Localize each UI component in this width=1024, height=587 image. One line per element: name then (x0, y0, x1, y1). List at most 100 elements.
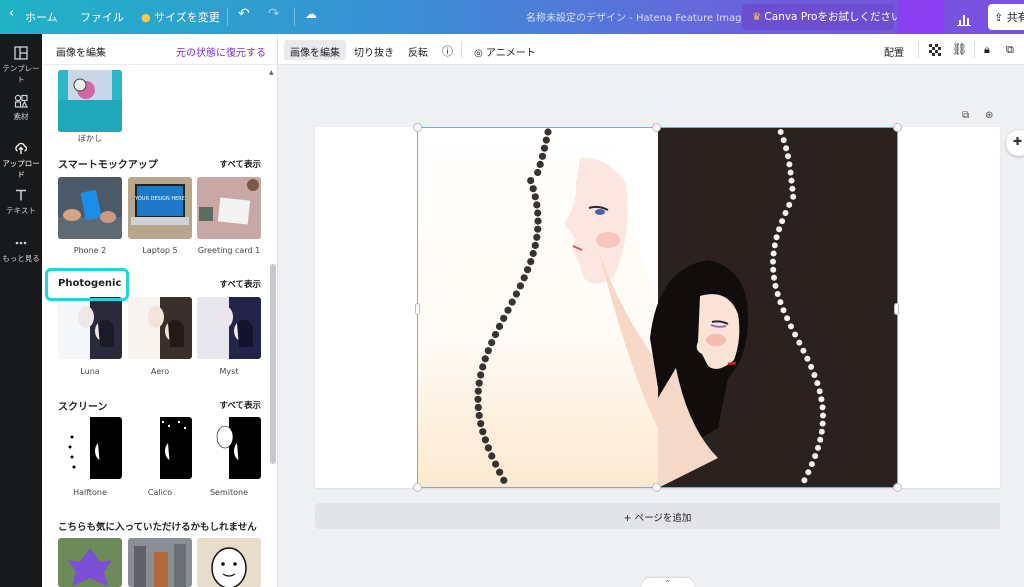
share-button[interactable]: ⇪ 共有 (988, 4, 1024, 30)
effect-label-luna: Luna (80, 367, 100, 376)
panel-title: 画像を編集 (56, 48, 106, 59)
info-icon[interactable]: ⓘ (436, 40, 459, 60)
restore-original-link[interactable]: 元の状態に復元する (176, 44, 266, 59)
aero-preview-image (128, 297, 192, 359)
effect-thumb-luna[interactable] (58, 297, 122, 359)
share-icon: ⇪ (994, 11, 1004, 24)
see-all-screen[interactable]: すべて表示 (219, 399, 261, 411)
document-title[interactable]: 名称未設定のデザイン - Hatena Feature Image (526, 9, 748, 24)
effect-label-halftone: Halftone (73, 488, 107, 497)
scroll-up-icon[interactable]: ▲ (269, 69, 274, 76)
section-title-recommended: こちらも気に入っていただけるかもしれません (58, 522, 257, 533)
try-pro-button[interactable]: ♛ Canva Proをお試しください (742, 4, 902, 30)
link-icon[interactable]: ⛓ (946, 40, 973, 60)
resize-handle-bottom-left[interactable] (413, 483, 422, 492)
undo-icon[interactable]: ↶ (238, 6, 250, 22)
animate-button[interactable]: ◎ アニメート (468, 40, 542, 60)
left-rail: テンプレート 素材 アップロード テキスト もっと見る (0, 34, 42, 587)
pages-toggle[interactable]: ⌃ (642, 578, 694, 587)
see-all-photogenic[interactable]: すべて表示 (219, 278, 261, 290)
mockup-label-greeting-card1: Greeting card 1 (197, 246, 261, 255)
semitone-preview-image (197, 417, 261, 479)
see-all-smart-mockup[interactable]: すべて表示 (219, 158, 261, 170)
home-button[interactable]: ホーム (25, 9, 58, 25)
divider (294, 8, 295, 26)
resize-handle-left[interactable] (415, 303, 420, 315)
editor-toolbar: 画像を編集 切り抜き 反転 ⓘ ◎ アニメート 配置 ⛓ 🔒︎ ⧉ (278, 34, 1024, 65)
rail-item-text[interactable]: テキスト (0, 188, 42, 216)
divider (461, 42, 462, 58)
rail-item-elements[interactable]: 素材 (0, 94, 42, 122)
edit-image-panel: 画像を編集 元の状態に復元する ぼかし スマートモックアップ すべて表示 YOU… (42, 34, 278, 587)
face-sketch-preview-image (197, 538, 261, 587)
crown-icon: ♛ (752, 11, 762, 23)
effect-thumb-blur[interactable] (58, 70, 122, 132)
laptop-mockup-image: YOUR DESIGN HERE (128, 177, 192, 239)
position-button[interactable]: 配置 (878, 40, 910, 60)
effect-label-aero: Aero (150, 367, 170, 376)
share-label: 共有 (1006, 11, 1024, 24)
redo-icon[interactable]: ↷ (268, 6, 280, 22)
resize-label: サイズを変更 (154, 11, 220, 24)
effect-label-semitone: Semitone (209, 488, 249, 497)
rail-item-more[interactable]: もっと見る (0, 236, 42, 264)
resize-handle-right[interactable] (894, 303, 899, 315)
duplicate-page-icon[interactable]: ⧉ (962, 110, 969, 121)
try-pro-label: Canva Proをお試しください (764, 11, 902, 23)
text-icon (16, 189, 26, 201)
street-preview-image (128, 538, 192, 587)
add-page-button[interactable]: + ページを追加 (315, 503, 1000, 529)
effect-thumb-semitone[interactable] (197, 417, 261, 479)
cloud-saved-icon[interactable]: ☁ (305, 7, 317, 21)
animate-icon: ◎ (474, 48, 483, 59)
resize-handle-top[interactable] (652, 123, 661, 132)
resize-handle-bottom[interactable] (652, 483, 661, 492)
mockup-label-phone2: Phone 2 (73, 246, 107, 255)
resize-handle-top-left[interactable] (413, 123, 422, 132)
mockup-thumb-laptop5[interactable]: YOUR DESIGN HERE (128, 177, 192, 239)
resize-handle-top-right[interactable] (893, 123, 902, 132)
effect-thumb-calico[interactable] (128, 417, 192, 479)
mockup-thumb-greeting-card1[interactable] (197, 177, 261, 239)
recommended-thumb-2[interactable] (128, 538, 192, 587)
transparency-icon[interactable] (923, 40, 947, 60)
mockup-thumb-phone2[interactable] (58, 177, 122, 239)
effect-thumb-aero[interactable] (128, 297, 192, 359)
comment-icon: ✚ (1013, 135, 1023, 148)
comment-button[interactable]: ✚ (1006, 130, 1024, 156)
lock-icon[interactable]: 🔒︎ (978, 40, 996, 60)
effect-thumb-myst[interactable] (197, 297, 261, 359)
checker-icon (929, 44, 941, 56)
section-title-smart-mockup: スマートモックアップ (58, 160, 158, 171)
recommended-thumb-3[interactable] (197, 538, 261, 587)
rail-item-templates[interactable]: テンプレート (0, 46, 42, 85)
phone-mockup-image (58, 177, 122, 239)
resize-handle-bottom-right[interactable] (893, 483, 902, 492)
rail-label: テンプレート (2, 64, 40, 84)
elements-icon (14, 94, 28, 108)
section-title-screen: スクリーン (58, 402, 108, 413)
rail-label: テキスト (6, 206, 36, 215)
mockup-label-laptop5: Laptop 5 (142, 246, 178, 255)
halftone-preview-image (58, 417, 122, 479)
pro-area (898, 0, 944, 34)
copy-icon[interactable]: ⧉ (1000, 40, 1020, 60)
add-page-icon[interactable]: ⊕ (985, 110, 993, 121)
flip-button[interactable]: 反転 (402, 40, 434, 60)
file-menu-button[interactable]: ファイル (80, 9, 124, 25)
edit-image-button[interactable]: 画像を編集 (284, 40, 346, 60)
effect-thumb-halftone[interactable] (58, 417, 122, 479)
photogenic-highlight-box (45, 268, 129, 301)
rail-item-uploads[interactable]: アップロード (0, 141, 42, 180)
back-chevron-icon[interactable]: ‹ (9, 6, 14, 21)
animate-label: アニメート (485, 48, 536, 59)
upload-icon (15, 142, 28, 154)
resize-button[interactable]: ● サイズを変更 (141, 9, 220, 25)
rail-label: アップロード (2, 159, 40, 179)
recommended-thumb-1[interactable] (58, 538, 122, 587)
greeting-card-mockup-image (197, 177, 261, 239)
crop-button[interactable]: 切り抜き (348, 40, 400, 60)
insights-button[interactable] (948, 0, 982, 34)
panel-scrollbar-thumb[interactable] (270, 264, 276, 464)
effect-label-blur: ぼかし (78, 134, 102, 143)
